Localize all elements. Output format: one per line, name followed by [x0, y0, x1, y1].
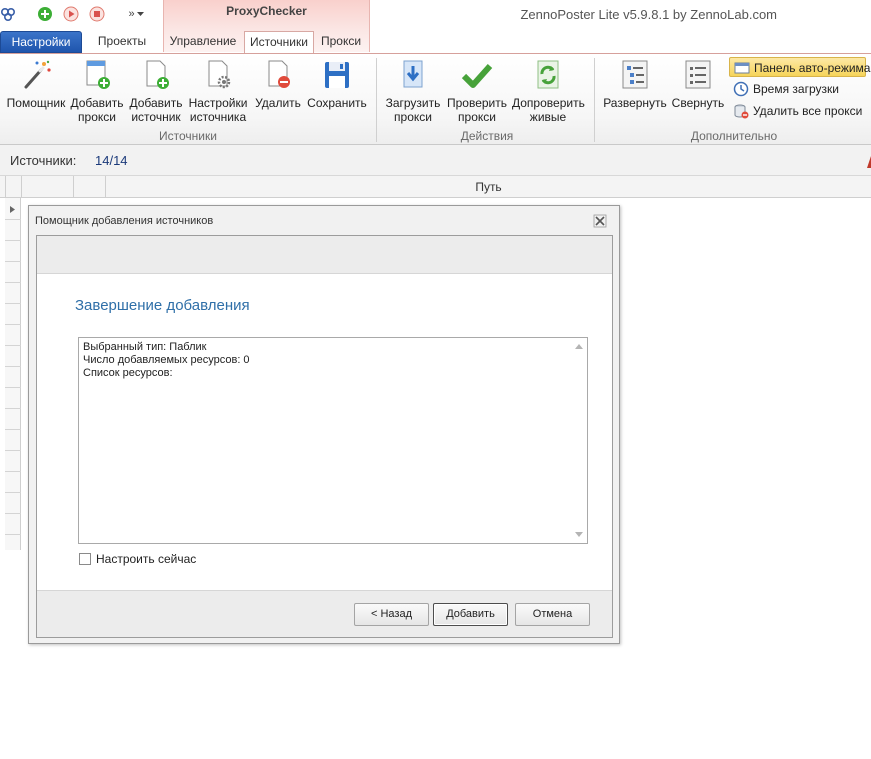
- dialog-body: Завершение добавления Выбранный тип: Паб…: [36, 235, 613, 638]
- add-source-label: Добавить источник: [129, 96, 183, 124]
- wizard-button[interactable]: Помощник: [6, 58, 66, 110]
- delete-all-proxies-button[interactable]: Удалить все прокси: [729, 101, 862, 121]
- summary-line: Число добавляемых ресурсов: 0: [83, 354, 250, 366]
- load-proxy-button[interactable]: Загрузить прокси: [383, 58, 443, 124]
- save-disk-icon: [325, 62, 349, 88]
- sources-header: Источники: 14/14: [0, 145, 871, 176]
- expand-label: Развернуть: [603, 96, 667, 110]
- settings-document-icon: [208, 60, 231, 89]
- load-time-label: Время загрузки: [753, 82, 839, 96]
- tab-proxies[interactable]: Прокси: [316, 31, 366, 53]
- check-proxy-label: Проверить прокси: [446, 96, 507, 124]
- group-divider: [376, 58, 377, 142]
- grid-header: Путь: [0, 176, 871, 198]
- save-label: Сохранить: [307, 96, 367, 110]
- dialog-banner: [37, 236, 612, 274]
- dialog-title: Помощник добавления источников: [35, 215, 214, 227]
- summary-textarea[interactable]: Выбранный тип: Паблик Число добавляемых …: [78, 337, 588, 544]
- source-settings-button[interactable]: Настройки источника: [188, 58, 248, 124]
- close-icon[interactable]: [593, 214, 607, 228]
- tab-management[interactable]: Управление: [166, 31, 240, 53]
- grid-header-cell: [6, 176, 22, 198]
- source-settings-label: Настройки источника: [188, 96, 248, 124]
- add-button[interactable]: Добавить: [433, 603, 508, 626]
- recheck-alive-button[interactable]: Допроверить живые: [512, 58, 585, 124]
- load-time-button[interactable]: Время загрузки: [729, 79, 839, 99]
- collapse-button[interactable]: Свернуть: [670, 58, 726, 110]
- auto-mode-panel-label: Панель авто-режима: [754, 61, 871, 75]
- group-divider: [594, 58, 595, 142]
- tab-sources[interactable]: Источники: [244, 31, 314, 54]
- row-gutter: [5, 198, 21, 550]
- current-row-arrow-icon: [10, 206, 15, 213]
- panel-window-icon: [734, 62, 750, 74]
- back-button[interactable]: < Назад: [354, 603, 429, 626]
- delete-all-proxies-label: Удалить все прокси: [753, 104, 863, 118]
- sources-group-label: Источники: [159, 129, 217, 143]
- dialog-footer: < Назад Добавить Отмена: [37, 590, 612, 637]
- actions-group-label: Действия: [460, 129, 514, 143]
- collapse-list-icon: [685, 60, 711, 89]
- summary-line: Выбранный тип: Паблик: [83, 341, 207, 353]
- scroll-up-icon: [575, 344, 583, 349]
- cancel-button[interactable]: Отмена: [515, 603, 590, 626]
- add-proxy-label: Добавить прокси: [70, 96, 124, 124]
- refresh-document-icon: [537, 60, 559, 89]
- collapse-arrow-icon[interactable]: [867, 156, 871, 168]
- add-proxy-icon: [86, 60, 110, 89]
- wizard-label: Помощник: [6, 96, 66, 110]
- add-source-button[interactable]: Добавить источник: [128, 58, 184, 124]
- configure-now-label[interactable]: Настроить сейчас: [96, 552, 196, 566]
- save-button[interactable]: Сохранить: [306, 58, 368, 110]
- checkmark-icon: [461, 63, 493, 88]
- tab-projects[interactable]: Проекты: [91, 31, 153, 53]
- magic-wand-icon: [24, 60, 51, 89]
- sources-count: 14/14: [95, 153, 128, 168]
- collapse-label: Свернуть: [671, 96, 725, 110]
- delete-button[interactable]: Удалить: [252, 58, 304, 110]
- check-proxy-button[interactable]: Проверить прокси: [446, 58, 508, 124]
- vertical-scrollbar[interactable]: [571, 338, 587, 543]
- extra-group-label: Дополнительно: [690, 129, 778, 143]
- add-sources-wizard-dialog: Помощник добавления источников Завершени…: [28, 205, 620, 644]
- expand-tree-icon: [622, 60, 648, 89]
- database-delete-icon: [734, 104, 749, 119]
- title-bar: » ZennoPoster Lite v5.9.8.1 by ZennoLab.…: [0, 0, 871, 30]
- column-header-path[interactable]: Путь: [106, 176, 871, 198]
- dialog-heading: Завершение добавления: [75, 297, 250, 314]
- auto-mode-panel-button[interactable]: Панель авто-режима: [729, 57, 870, 77]
- scroll-down-icon: [575, 532, 583, 537]
- clock-icon: [733, 81, 749, 97]
- tab-settings[interactable]: Настройки: [0, 31, 82, 53]
- recheck-alive-label: Допроверить живые: [512, 96, 585, 124]
- grid-header-cell[interactable]: [74, 176, 106, 198]
- expand-button[interactable]: Развернуть: [602, 58, 668, 110]
- load-proxy-label: Загрузить прокси: [385, 96, 441, 124]
- add-source-icon: [146, 60, 169, 89]
- download-icon: [403, 60, 423, 88]
- delete-label: Удалить: [255, 96, 301, 110]
- ribbon: Помощник Добавить прокси Добавить источн…: [0, 53, 871, 145]
- context-group-label: ProxyChecker: [226, 4, 307, 18]
- summary-line: Список ресурсов:: [83, 367, 173, 379]
- grid-header-cell[interactable]: [22, 176, 74, 198]
- add-proxy-button[interactable]: Добавить прокси: [70, 58, 124, 124]
- configure-now-checkbox[interactable]: [79, 553, 91, 565]
- app-title: ZennoPoster Lite v5.9.8.1 by ZennoLab.co…: [520, 7, 777, 22]
- sources-label: Источники:: [10, 153, 77, 168]
- delete-icon: [268, 60, 290, 88]
